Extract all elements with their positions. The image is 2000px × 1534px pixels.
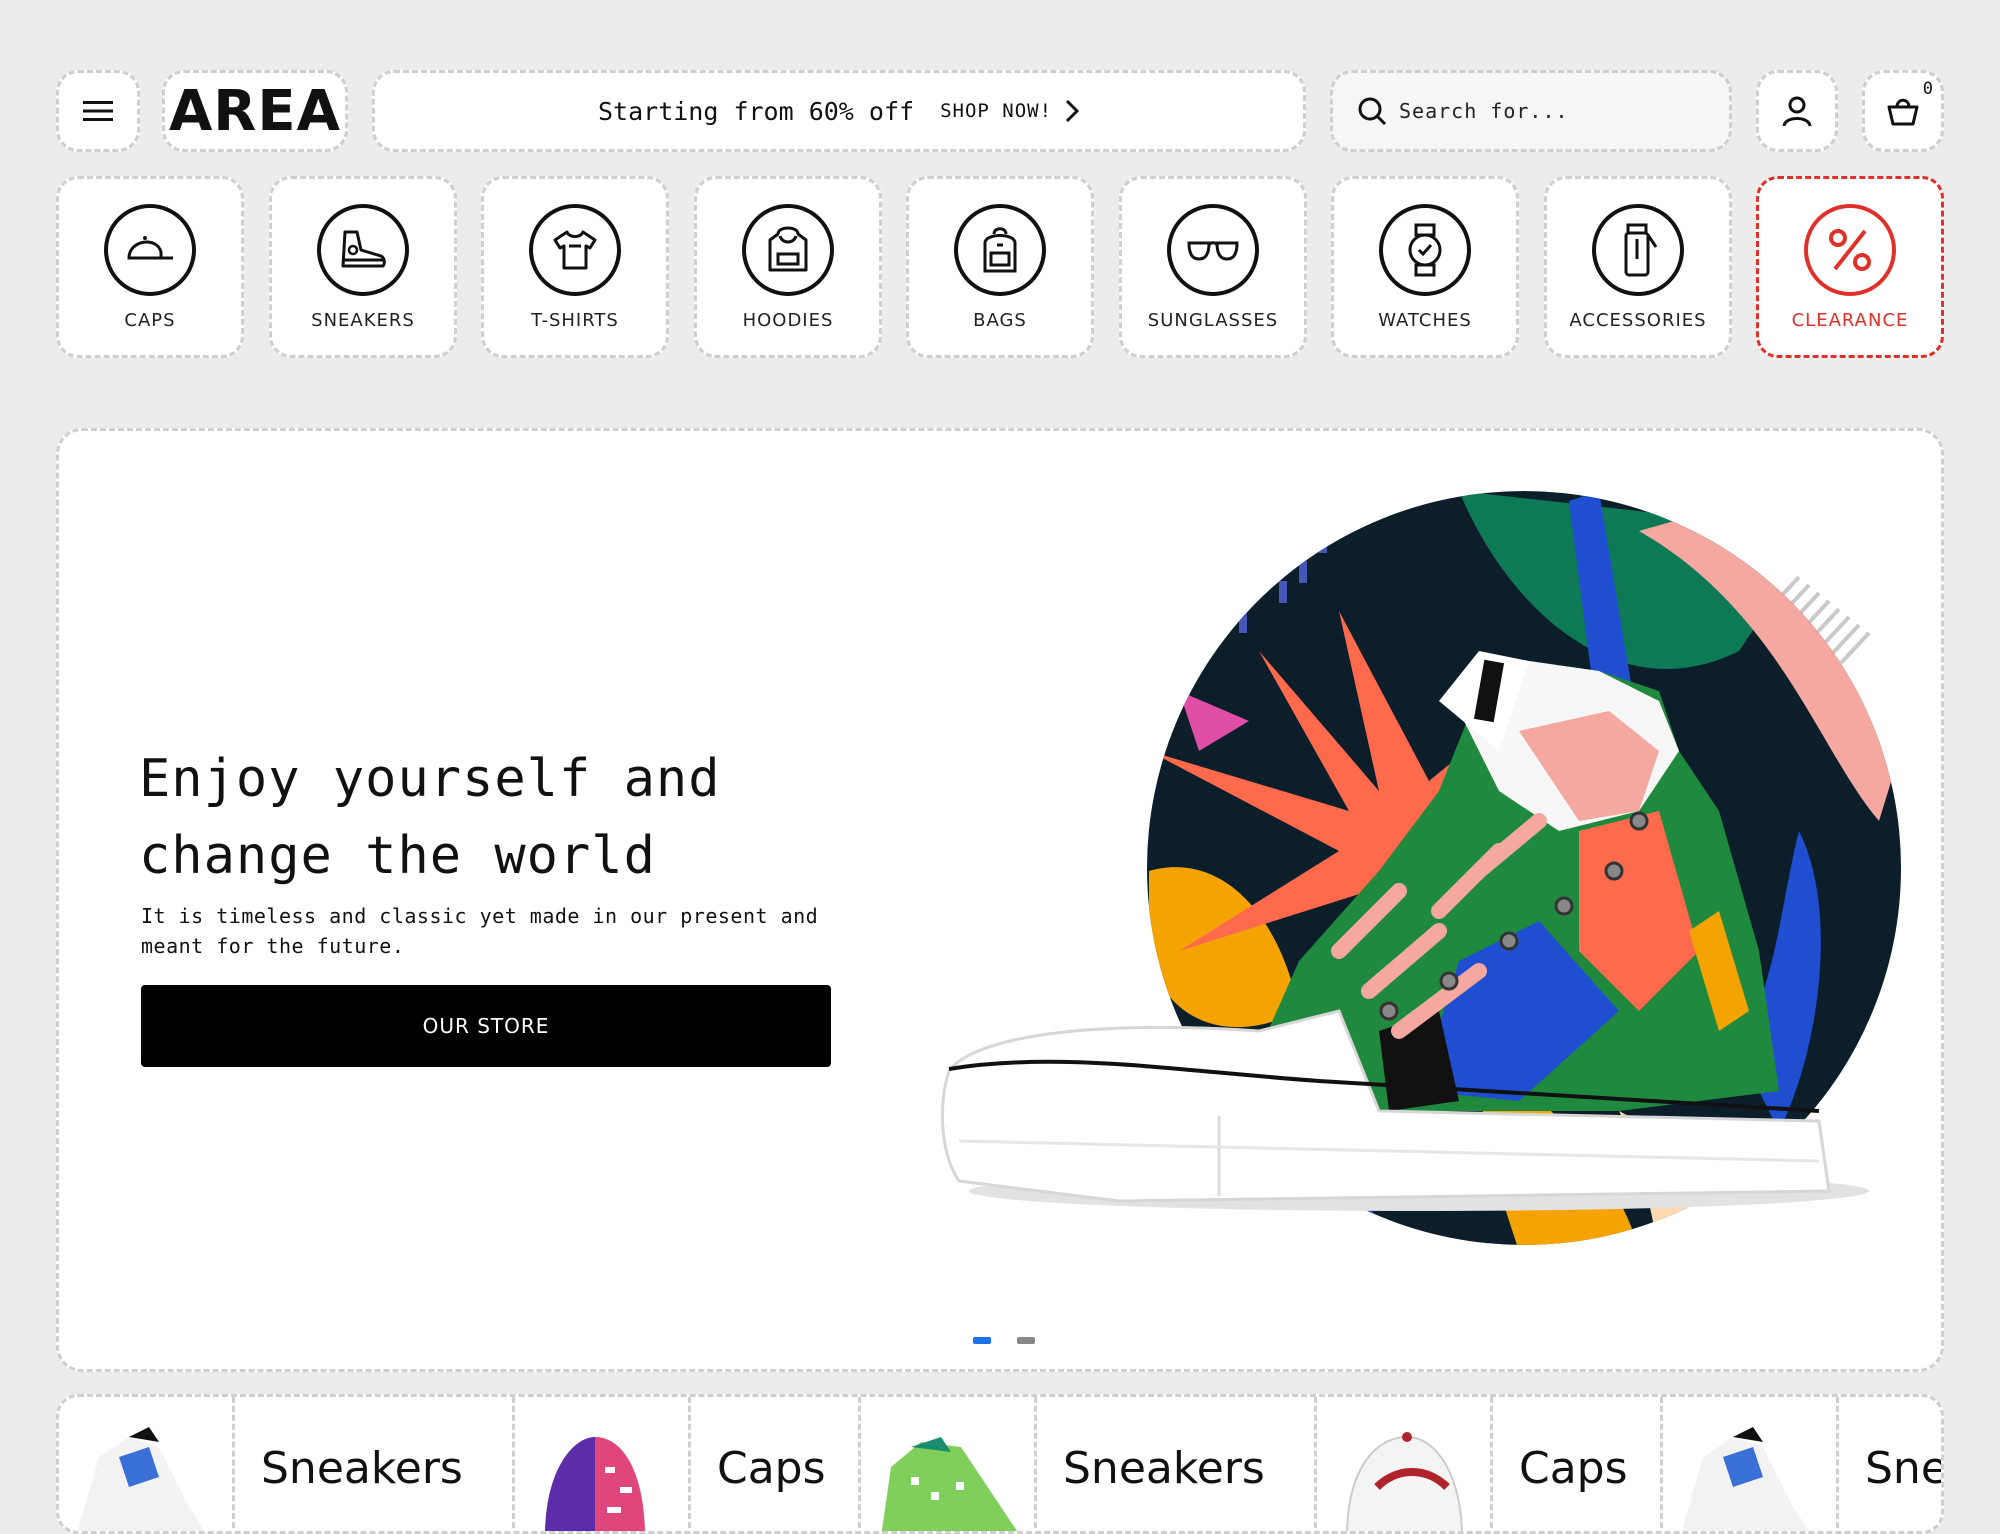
promo-text: Starting from 60% off <box>597 96 915 126</box>
account-button[interactable] <box>1756 70 1838 152</box>
hero-banner: Enjoy yourself and change the world It i… <box>56 428 1944 1372</box>
slide-dot-1[interactable] <box>973 1337 991 1344</box>
hero-title-line-2: change the world <box>139 826 656 886</box>
sneaker-thumb <box>79 1427 205 1531</box>
category-label: HOODIES <box>742 309 834 331</box>
sunglasses-icon <box>1187 240 1239 261</box>
category-clearance[interactable]: CLEARANCE <box>1756 176 1944 358</box>
search-icon <box>1358 97 1387 126</box>
hero-title-line-1: Enjoy yourself and <box>139 749 721 809</box>
category-label: ACCESSORIES <box>1569 309 1707 331</box>
category-tshirts[interactable]: T-SHIRTS <box>481 176 669 358</box>
shop-now-link[interactable]: SHOP NOW! <box>940 100 1052 122</box>
sneaker-thumb <box>881 1437 1017 1531</box>
menu-button[interactable] <box>56 70 140 152</box>
strip-label: Caps <box>717 1443 826 1494</box>
strip-label: Sne <box>1865 1443 1944 1494</box>
category-sunglasses[interactable]: SUNGLASSES <box>1119 176 1307 358</box>
category-label: SNEAKERS <box>311 309 415 331</box>
category-label: CAPS <box>124 309 176 331</box>
sneaker-thumbnail[interactable] <box>861 1397 1037 1531</box>
cap-thumbnail[interactable] <box>515 1397 691 1531</box>
strip-label: Sneakers <box>261 1443 463 1494</box>
cart-button[interactable]: 0 <box>1862 70 1944 152</box>
cap-thumb <box>545 1437 645 1531</box>
hamburger-icon <box>83 101 113 121</box>
sneaker-icon <box>341 230 386 267</box>
cap-thumbnail[interactable] <box>1317 1397 1493 1531</box>
category-caps[interactable]: CAPS <box>56 176 244 358</box>
category-label: CLEARANCE <box>1791 309 1909 331</box>
category-label: WATCHES <box>1378 309 1472 331</box>
category-watches[interactable]: WATCHES <box>1331 176 1519 358</box>
category-bags[interactable]: BAGS <box>906 176 1094 358</box>
category-label: T-SHIRTS <box>531 309 619 331</box>
percent-icon <box>1829 228 1871 271</box>
strip-item-sneakers[interactable]: Sneakers <box>1037 1397 1317 1531</box>
category-sneakers[interactable]: SNEAKERS <box>269 176 457 358</box>
category-label: BAGS <box>973 309 1027 331</box>
sneaker-thumbnail[interactable] <box>1663 1397 1839 1531</box>
chevron-right-icon <box>1065 99 1080 123</box>
tshirt-icon <box>553 230 597 269</box>
hero-description: It is timeless and classic yet made in o… <box>141 904 819 958</box>
hoodie-icon <box>768 226 808 271</box>
sneaker-thumb <box>1683 1427 1809 1531</box>
search-input[interactable]: Search for... <box>1330 70 1732 152</box>
strip-label: Sneakers <box>1063 1443 1265 1494</box>
strip-item-caps[interactable]: Caps <box>1493 1397 1663 1531</box>
promo-banner[interactable]: Starting from 60% off SHOP NOW! <box>372 70 1306 152</box>
logo-text: AREA <box>168 78 342 144</box>
strip-item-sneakers[interactable]: Sne <box>1839 1397 1944 1531</box>
sneaker-thumbnail[interactable] <box>59 1397 235 1531</box>
hero-title: Enjoy yourself and change the world <box>139 741 721 895</box>
strip-label: Caps <box>1519 1443 1628 1494</box>
cap-thumb <box>1346 1432 1463 1531</box>
strip-item-caps[interactable]: Caps <box>691 1397 861 1531</box>
category-hoodies[interactable]: HOODIES <box>694 176 882 358</box>
our-store-button[interactable]: OUR STORE <box>141 985 831 1067</box>
search-placeholder: Search for... <box>1399 99 1569 123</box>
bottle-icon <box>1624 223 1658 276</box>
watch-icon <box>1408 223 1442 276</box>
slide-dot-2[interactable] <box>1017 1337 1035 1344</box>
category-label: SUNGLASSES <box>1147 309 1279 331</box>
backpack-icon <box>983 226 1017 272</box>
basket-icon <box>1887 98 1919 126</box>
hero-sneaker-image <box>941 491 1901 1245</box>
strip-item-sneakers[interactable]: Sneakers <box>235 1397 515 1531</box>
cart-count: 0 <box>1922 79 1933 99</box>
category-marquee: Sneakers Caps Sneakers Caps Sne <box>56 1394 1944 1534</box>
cap-icon <box>127 235 173 259</box>
logo[interactable]: AREA <box>162 70 348 152</box>
category-accessories[interactable]: ACCESSORIES <box>1544 176 1732 358</box>
user-icon <box>1782 96 1812 127</box>
